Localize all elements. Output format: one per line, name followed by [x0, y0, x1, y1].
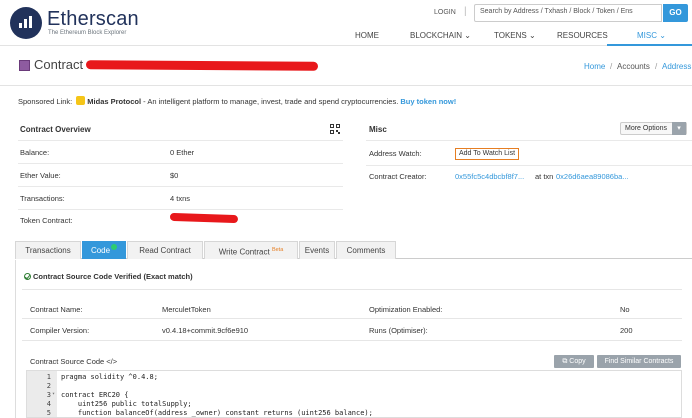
page-titlebar: Contract Home / Accounts / Address — [0, 47, 692, 86]
add-to-watch-list-button[interactable]: Add To Watch List — [455, 148, 520, 160]
overview-heading: Contract Overview — [20, 125, 91, 134]
verified-dot-icon — [111, 244, 118, 250]
login-link[interactable]: LOGIN — [434, 9, 456, 16]
compiler-label: Compiler Version: — [30, 326, 90, 335]
divider — [18, 163, 343, 164]
sponsor-cta-link[interactable]: Buy token now! — [400, 97, 456, 106]
divider — [22, 318, 682, 319]
contract-name-value: MerculetToken — [162, 305, 211, 314]
divider — [18, 140, 343, 141]
redaction-mark — [169, 212, 239, 224]
redaction-mark — [85, 60, 319, 71]
search-go-button[interactable]: GO — [663, 4, 688, 22]
tab-comments[interactable]: Comments — [336, 241, 396, 259]
sponsored-link: Sponsored Link: Midas Protocol - An inte… — [18, 96, 456, 106]
ether-value-label: Ether Value: — [20, 171, 61, 180]
balance-value: 0 Ether — [170, 148, 195, 157]
runs-label: Runs (Optimiser): — [369, 326, 428, 335]
address-watch-label: Address Watch: — [369, 149, 422, 158]
copy-button[interactable]: ⧉ Copy — [554, 355, 594, 368]
nav-misc[interactable]: MISC ⌄ — [637, 31, 666, 40]
find-similar-contracts-button[interactable]: Find Similar Contracts — [597, 355, 681, 368]
chevron-down-icon: ⌄ — [528, 31, 536, 40]
divider — [18, 186, 343, 187]
qr-code-icon[interactable] — [330, 124, 340, 134]
tab-transactions[interactable]: Transactions — [15, 241, 81, 259]
misc-heading: Misc — [369, 125, 387, 134]
sponsor-brand[interactable]: Midas Protocol — [87, 97, 141, 106]
contract-creator-label: Contract Creator: — [369, 172, 427, 181]
copy-icon: ⧉ — [562, 358, 568, 365]
code-editor[interactable]: 1 pragma solidity ^0.4.8; 2 3 ▾ contract ER… — [26, 370, 682, 418]
check-circle-icon — [24, 273, 31, 280]
divider — [22, 289, 682, 290]
tab-write-contract[interactable]: Write Contract Beta — [204, 241, 298, 259]
breadcrumb-accounts[interactable]: Accounts — [617, 62, 650, 71]
chevron-down-icon: ⌄ — [464, 31, 471, 40]
token-contract-label: Token Contract: — [20, 216, 73, 225]
creator-txn-link[interactable]: 0x26d6aea89086ba... — [556, 172, 629, 181]
chevron-down-icon: ⌄ — [659, 31, 666, 40]
verified-status: Contract Source Code Verified (Exact mat… — [24, 272, 193, 281]
tab-read-contract[interactable]: Read Contract — [127, 241, 203, 259]
contract-tabs: Transactions Code Read Contract Write Co… — [15, 241, 692, 259]
sponsor-text: - An intelligent platform to manage, inv… — [141, 97, 399, 106]
divider — [22, 340, 682, 341]
ether-value: $0 — [170, 171, 179, 180]
login-divider: | — [464, 6, 467, 17]
creator-address-link[interactable]: 0x55fc5c4dbcbf8f7... — [455, 172, 524, 181]
more-options-label: More Options — [625, 125, 668, 132]
tab-code[interactable]: Code — [82, 241, 126, 259]
breadcrumb-address[interactable]: Address — [662, 62, 691, 71]
source-code-label: Contract Source Code </> — [30, 357, 118, 366]
more-options-button[interactable]: More Options ▾ — [620, 122, 687, 135]
sponsor-prefix: Sponsored Link: — [18, 97, 73, 106]
nav-home[interactable]: HOME — [355, 31, 379, 40]
runs-value: 200 — [620, 326, 633, 335]
main-nav: HOME BLOCKCHAIN ⌄ TOKENS ⌄ RESOURCES MIS… — [0, 27, 692, 46]
nav-active-indicator — [607, 44, 692, 46]
fold-arrow-icon[interactable]: ▾ — [52, 391, 55, 397]
transactions-value: 4 txns — [170, 194, 191, 203]
transactions-label: Transactions: — [20, 194, 65, 203]
breadcrumb-separator: / — [655, 62, 658, 71]
search-input[interactable]: Search by Address / Txhash / Block / Tok… — [474, 4, 662, 22]
site-header: Etherscan The Ethereum Block Explorer LO… — [0, 0, 692, 46]
divider — [18, 209, 343, 210]
caret-down-icon: ▾ — [672, 122, 686, 135]
optimization-value: No — [620, 305, 630, 314]
contract-icon — [19, 60, 30, 71]
breadcrumb-home[interactable]: Home — [584, 62, 605, 71]
divider — [366, 140, 692, 141]
compiler-value: v0.4.18+commit.9cf6e910 — [162, 326, 249, 335]
nav-blockchain[interactable]: BLOCKCHAIN ⌄ — [410, 31, 471, 40]
breadcrumb-separator: / — [610, 62, 613, 71]
balance-label: Balance: — [20, 148, 50, 157]
beta-badge: Beta — [271, 247, 284, 253]
page-title: Contract — [34, 57, 84, 72]
contract-name-label: Contract Name: — [30, 305, 83, 314]
midas-logo-icon — [76, 96, 86, 105]
verified-text: Contract Source Code Verified (Exact mat… — [33, 272, 193, 281]
nav-tokens[interactable]: TOKENS ⌄ — [494, 31, 536, 40]
creator-at-text: at txn — [535, 172, 554, 181]
divider — [366, 165, 692, 166]
tab-events[interactable]: Events — [299, 241, 335, 259]
nav-resources[interactable]: RESOURCES — [557, 31, 608, 40]
optimization-label: Optimization Enabled: — [369, 305, 443, 314]
